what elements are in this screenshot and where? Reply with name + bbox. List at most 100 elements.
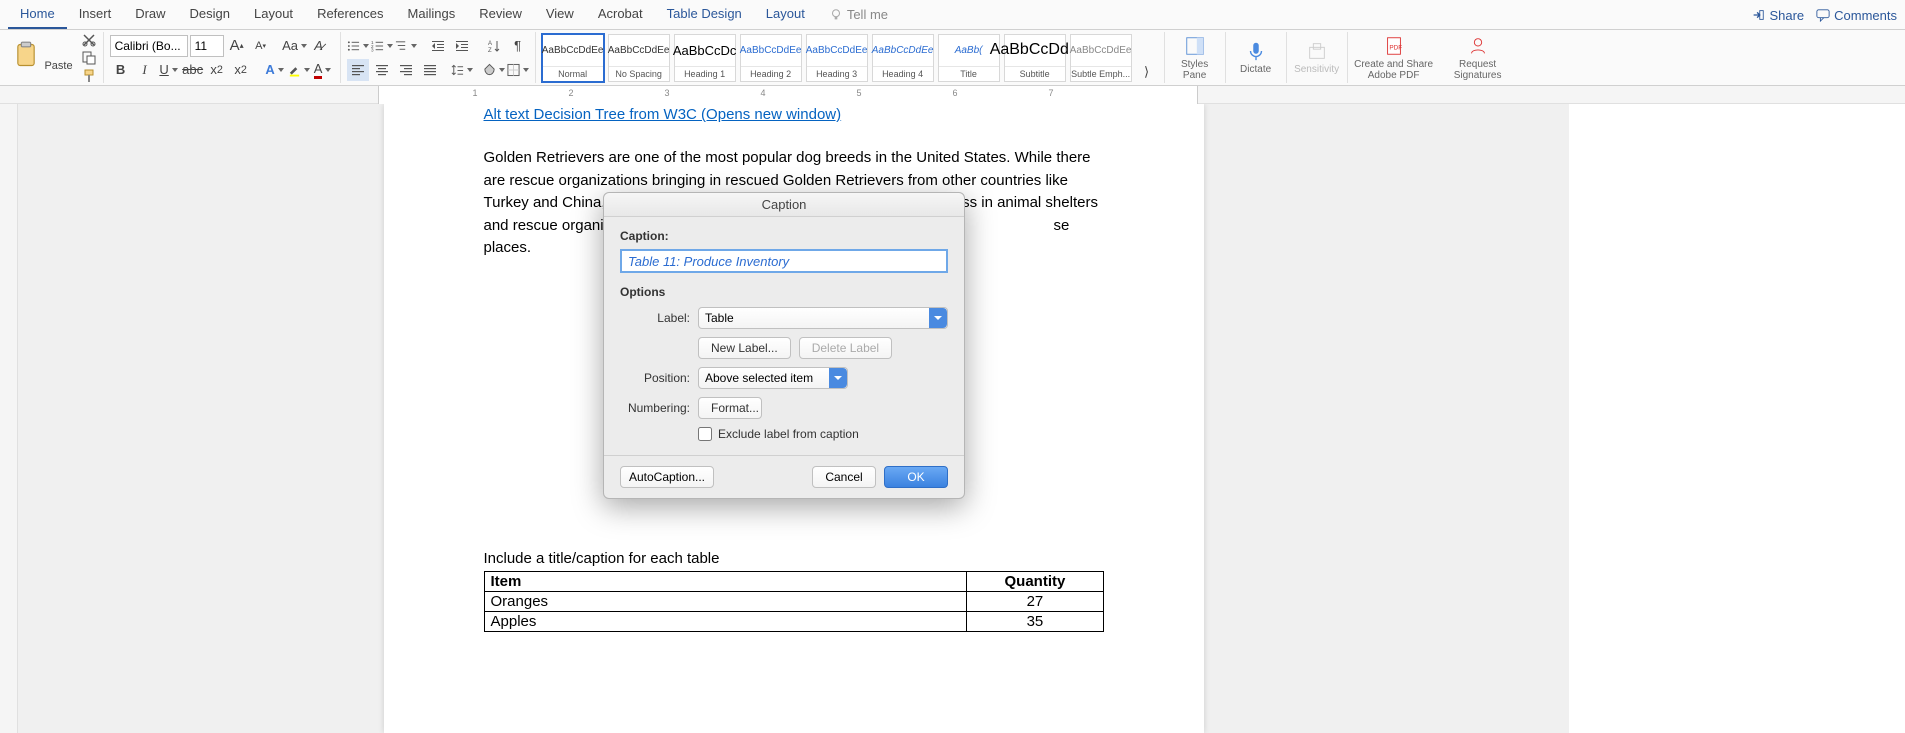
create-share-label: Create and Share Adobe PDF: [1354, 59, 1434, 81]
new-label-button[interactable]: New Label...: [698, 337, 791, 359]
ok-button[interactable]: OK: [884, 466, 948, 488]
styles-pane-button[interactable]: Styles Pane: [1171, 35, 1219, 81]
numbering-label: Numbering:: [620, 401, 690, 415]
show-marks-icon[interactable]: ¶: [507, 35, 529, 57]
styles-more-icon[interactable]: ⟩: [1136, 61, 1158, 83]
superscript-icon[interactable]: x2: [230, 59, 252, 81]
tab-home[interactable]: Home: [8, 0, 67, 29]
decrease-indent-icon[interactable]: [427, 35, 449, 57]
style-tile-normal[interactable]: AaBbCcDdEeNormal: [542, 34, 604, 82]
copy-icon[interactable]: [81, 50, 97, 66]
style-tile-heading-1[interactable]: AaBbCcDcHeading 1: [674, 34, 736, 82]
justify-icon[interactable]: [419, 59, 441, 81]
horizontal-ruler[interactable]: 1234567: [0, 86, 1905, 104]
bullets-icon[interactable]: [347, 35, 369, 57]
table-row[interactable]: Oranges 27: [484, 591, 1103, 611]
sensitivity-icon: [1306, 40, 1328, 62]
style-tile-heading-3[interactable]: AaBbCcDdEeHeading 3: [806, 34, 868, 82]
style-tile-subtle-emph-[interactable]: AaBbCcDdEeSubtle Emph...: [1070, 34, 1132, 82]
change-case-icon[interactable]: Aa: [284, 35, 306, 57]
position-label: Position:: [620, 371, 690, 385]
style-tile-no-spacing[interactable]: AaBbCcDdEeNo Spacing: [608, 34, 670, 82]
font-group: A▴ A▾ Aa A̷ B I U abc x2 x2 A A: [104, 32, 341, 83]
font-name-select[interactable]: [110, 35, 188, 57]
numbering-icon[interactable]: 123: [371, 35, 393, 57]
tab-design[interactable]: Design: [178, 0, 242, 29]
exclude-label-checkbox[interactable]: Exclude label from caption: [698, 427, 948, 441]
align-right-icon[interactable]: [395, 59, 417, 81]
font-color-icon[interactable]: A: [312, 59, 334, 81]
bold-icon[interactable]: B: [110, 59, 132, 81]
request-signatures-button[interactable]: Request Signatures: [1438, 35, 1518, 81]
hyperlink[interactable]: Alt text Decision Tree from W3C (Opens n…: [484, 106, 1104, 123]
table-cell[interactable]: 27: [967, 591, 1103, 611]
tab-view[interactable]: View: [534, 0, 586, 29]
underline-icon[interactable]: U: [158, 59, 180, 81]
tab-table-layout[interactable]: Layout: [754, 0, 817, 29]
strikethrough-icon[interactable]: abc: [182, 59, 204, 81]
style-tile-heading-2[interactable]: AaBbCcDdEeHeading 2: [740, 34, 802, 82]
cut-icon[interactable]: [81, 32, 97, 48]
table-cell[interactable]: Apples: [484, 611, 967, 631]
highlight-icon[interactable]: [288, 59, 310, 81]
autocaption-button[interactable]: AutoCaption...: [620, 466, 714, 488]
table-cell[interactable]: Oranges: [484, 591, 967, 611]
tab-layout[interactable]: Layout: [242, 0, 305, 29]
format-painter-icon[interactable]: [81, 68, 97, 84]
tab-review[interactable]: Review: [467, 0, 534, 29]
tab-mailings[interactable]: Mailings: [396, 0, 468, 29]
styles-group: AaBbCcDdEeNormalAaBbCcDdEeNo SpacingAaBb…: [536, 32, 1165, 83]
styles-pane-group: Styles Pane: [1165, 32, 1226, 83]
create-share-pdf-button[interactable]: PDF Create and Share Adobe PDF: [1354, 35, 1434, 81]
clear-formatting-icon[interactable]: A̷: [308, 35, 330, 57]
increase-indent-icon[interactable]: [451, 35, 473, 57]
borders-icon[interactable]: [507, 59, 529, 81]
share-button[interactable]: Share: [1751, 8, 1804, 23]
cancel-button[interactable]: Cancel: [812, 466, 876, 488]
data-table[interactable]: Item Quantity Oranges 27 Apples 35: [484, 571, 1104, 632]
paste-label: Paste: [44, 60, 72, 72]
position-select[interactable]: Above selected item: [698, 367, 848, 389]
align-center-icon[interactable]: [371, 59, 393, 81]
style-tile-heading-4[interactable]: AaBbCcDdEeHeading 4: [872, 34, 934, 82]
table-caption-heading[interactable]: Include a title/caption for each table: [484, 550, 1104, 567]
align-left-icon[interactable]: [347, 59, 369, 81]
text-effects-icon[interactable]: A: [264, 59, 286, 81]
chevron-down-icon: [929, 308, 947, 328]
font-size-select[interactable]: [190, 35, 224, 57]
caption-input[interactable]: [620, 249, 948, 273]
vertical-ruler[interactable]: [0, 104, 18, 733]
styles-pane-label: Styles Pane: [1171, 59, 1219, 81]
exclude-checkbox-input[interactable]: [698, 427, 712, 441]
table-header-item[interactable]: Item: [484, 571, 967, 591]
format-button[interactable]: Format...: [698, 397, 762, 419]
tell-me[interactable]: Tell me: [829, 7, 888, 22]
tab-table-design[interactable]: Table Design: [655, 0, 754, 29]
paste-button[interactable]: Paste: [12, 41, 73, 74]
menu-tabs: Home Insert Draw Design Layout Reference…: [0, 0, 1905, 30]
options-label: Options: [620, 285, 948, 299]
multilevel-list-icon[interactable]: [395, 35, 417, 57]
tab-references[interactable]: References: [305, 0, 395, 29]
sort-icon[interactable]: AZ: [483, 35, 505, 57]
dictate-button[interactable]: Dictate: [1232, 40, 1280, 75]
style-tile-subtitle[interactable]: AaBbCcDdESubtitle: [1004, 34, 1066, 82]
italic-icon[interactable]: I: [134, 59, 156, 81]
grow-font-icon[interactable]: A▴: [226, 35, 248, 57]
table-row[interactable]: Item Quantity: [484, 571, 1103, 591]
table-cell[interactable]: 35: [967, 611, 1103, 631]
shrink-font-icon[interactable]: A▾: [250, 35, 272, 57]
shading-icon[interactable]: [483, 59, 505, 81]
tab-draw[interactable]: Draw: [123, 0, 177, 29]
table-row[interactable]: Apples 35: [484, 611, 1103, 631]
bulb-icon: [829, 8, 843, 22]
comments-button[interactable]: Comments: [1816, 8, 1897, 23]
subscript-icon[interactable]: x2: [206, 59, 228, 81]
line-spacing-icon[interactable]: [451, 59, 473, 81]
label-select[interactable]: Table: [698, 307, 948, 329]
tab-insert[interactable]: Insert: [67, 0, 124, 29]
position-select-value: Above selected item: [705, 371, 813, 385]
svg-text:3: 3: [371, 47, 374, 52]
table-header-qty[interactable]: Quantity: [967, 571, 1103, 591]
tab-acrobat[interactable]: Acrobat: [586, 0, 655, 29]
